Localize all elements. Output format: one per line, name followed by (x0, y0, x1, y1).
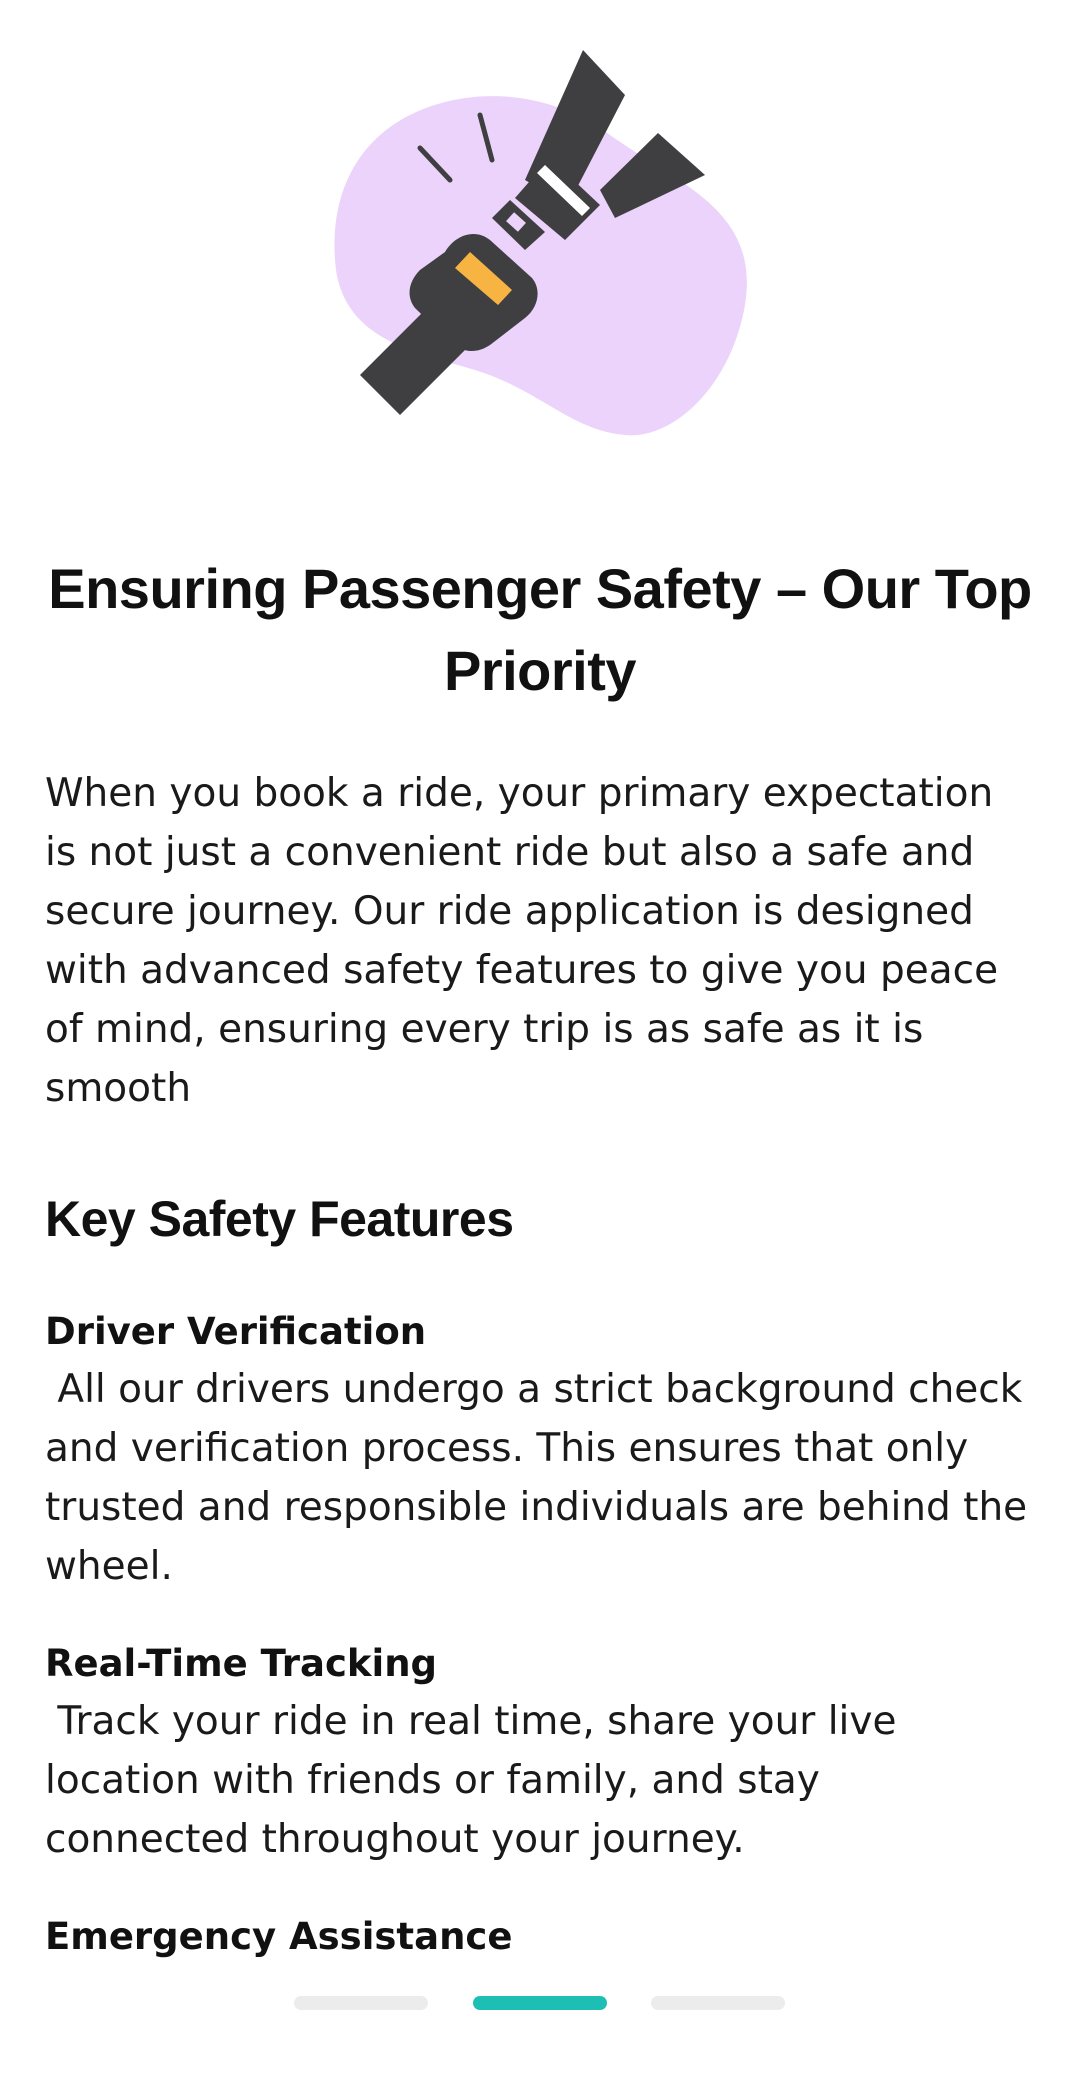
page-indicator-dot-2-active[interactable] (473, 1996, 607, 2010)
page-indicator-dot-1[interactable] (294, 1996, 428, 2010)
feature-description: All our drivers undergo a strict backgro… (45, 1367, 1040, 1589)
feature-emergency-assistance: Emergency Assistance (45, 1909, 1035, 1965)
seatbelt-icon (334, 50, 747, 436)
feature-description: Track your ride in real time, share your… (45, 1699, 909, 1862)
feature-driver-verification: Driver Verification All our drivers unde… (45, 1304, 1035, 1596)
features-heading: Key Safety Features (45, 1191, 514, 1247)
feature-title: Emergency Assistance (45, 1915, 513, 1958)
page-title: Ensuring Passenger Safety – Our Top Prio… (48, 557, 1032, 702)
page-indicator (0, 1996, 1080, 2010)
feature-title: Driver Verification (45, 1310, 427, 1353)
feature-title: Real-Time Tracking (45, 1642, 438, 1685)
intro-paragraph: When you book a ride, your primary expec… (45, 771, 999, 1111)
feature-real-time-tracking: Real-Time Tracking Track your ride in re… (45, 1636, 1035, 1869)
main-content: Ensuring Passenger Safety – Our Top Prio… (45, 548, 1035, 1965)
seatbelt-illustration (300, 40, 780, 460)
page-indicator-dot-3[interactable] (651, 1996, 785, 2010)
